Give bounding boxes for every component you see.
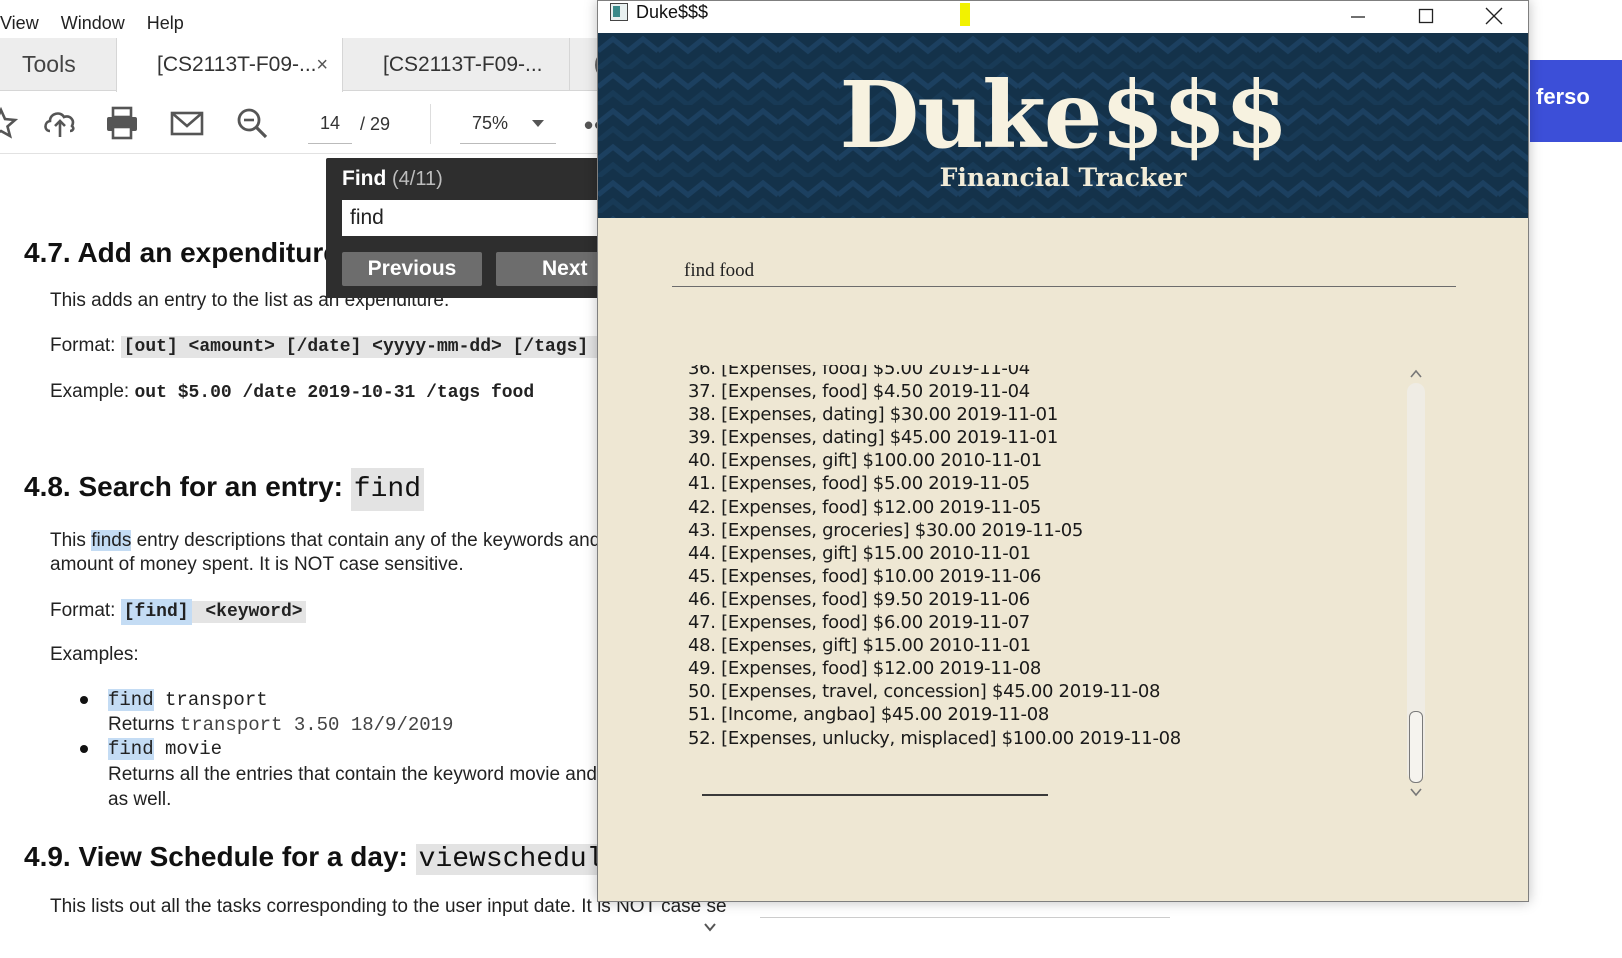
paragraph-4-7-format: Format: [out] <amount> [/date] <yyyy-mm-… [50,335,613,358]
viewschedule-code: viewschedule [415,844,624,875]
tab-document-2[interactable]: [CS2113T-F09-... [343,38,570,91]
output-line: 49. [Expenses, food] $12.00 2019-11-08 [688,658,1042,680]
example-2-returns: Returns all the entries that contain the… [108,764,619,785]
app-banner: Duke$$$ Financial Tracker [598,33,1528,218]
tab-document-active[interactable]: [CS2113T-F09-... × [116,38,343,92]
example-2-command: find movie [108,738,223,760]
duke-app-window: Duke$$$ Duke$$$ Financial Tracker 36. [E… [597,0,1529,902]
close-tab-icon[interactable]: × [316,54,328,77]
output-line: 40. [Expenses, gift] $100.00 2010-11-01 [688,450,1042,472]
email-icon[interactable] [168,104,206,142]
output-line: 37. [Expenses, food] $4.50 2019-11-04 [688,381,1030,403]
search-highlight: find [108,689,154,711]
output-panel: 36. [Expenses, food] $5.00 2019-11-04 37.… [688,365,1388,805]
search-highlight: finds [91,530,132,551]
paragraph-4-7-example: Example: out $5.00 /date 2019-10-31 /tag… [50,381,535,403]
vertical-scrollbar[interactable] [1403,365,1429,801]
example-2-returns-line2: as well. [108,789,172,810]
cursor-marker [960,3,970,26]
output-line: 36. [Expenses, food] $5.00 2019-11-04 [688,365,1030,379]
example-1-returns: Returns transport 3.50 18/9/2019 [108,714,454,736]
app-icon [610,3,628,21]
background-app-banner: ferso [1530,60,1622,142]
menu-bar: View Window Help [0,8,620,38]
upload-cloud-icon[interactable] [41,104,79,142]
minimize-button[interactable] [1324,1,1392,31]
output-line: 42. [Expenses, food] $12.00 2019-11-05 [688,496,1042,518]
find-next-button[interactable]: Next [496,252,606,286]
paragraph-4-8-desc: This finds entry descriptions that conta… [50,530,623,551]
zoom-value: 75% [472,113,509,133]
zoom-search-icon[interactable] [233,104,271,142]
tab-tools[interactable]: Tools [0,38,116,91]
print-icon[interactable] [103,104,141,142]
output-divider [702,794,1048,796]
find-panel: Find (4/11) Previous Next [326,158,612,298]
output-line: 41. [Expenses, food] $5.00 2019-11-05 [688,473,1030,495]
examples-label: Examples: [50,644,139,665]
output-line: 44. [Expenses, gift] $15.00 2010-11-01 [688,542,1031,564]
output-line: 48. [Expenses, gift] $15.00 2010-11-01 [688,635,1031,657]
menu-view[interactable]: View [0,13,39,34]
bullet [80,745,88,753]
reader-tab-bar: Tools [CS2113T-F09-... × [CS2113T-F09-..… [0,38,620,92]
output-line: 50. [Expenses, travel, concession] $45.0… [688,681,1161,703]
tab-document-label: [CS2113T-F09-... [157,53,317,76]
paragraph-4-8-desc-line2: amount of money spent. It is NOT case se… [50,554,464,575]
chevron-down-icon[interactable] [1409,785,1423,799]
star-icon[interactable] [0,104,20,142]
chevron-down-icon [532,120,544,127]
zoom-dropdown[interactable]: 75% [460,104,556,144]
app-brand-title: Duke$$$ [839,61,1289,169]
output-line: 45. [Expenses, food] $10.00 2019-11-06 [688,565,1042,587]
maximize-button[interactable] [1392,1,1460,31]
close-icon [1485,7,1503,25]
toolbar-separator [430,104,431,144]
heading-4-7: 4.7. Add an expenditure e [24,237,363,268]
find-input[interactable] [342,200,612,236]
page-number-input[interactable]: 14 [308,104,352,144]
chevron-up-icon[interactable] [1409,367,1423,381]
example-code: out $5.00 /date 2019-10-31 /tags food [134,383,535,403]
find-match-count: (4/11) [392,168,443,190]
output-line: 52. [Expenses, unlucky, misplaced] $100.… [688,727,1181,749]
output-line: 38. [Expenses, dating] $30.00 2019-11-01 [688,404,1058,426]
minimize-icon [1351,16,1365,18]
output-line: 43. [Expenses, groceries] $30.00 2019-11… [688,519,1084,541]
close-button[interactable] [1460,1,1528,31]
window-title: Duke$$$ [636,2,709,22]
output-line: 51. [Income, angbao] $45.00 2019-11-08 [688,704,1050,726]
search-highlight: [find] [120,599,192,625]
format-code: [out] <amount> [/date] <yyyy-mm-dd> [/ta… [120,336,613,358]
example-1-command: find transport [108,689,268,711]
heading-4-8: 4.8. Search for an entry: find [24,468,425,511]
menu-window[interactable]: Window [61,13,125,34]
bullet [80,696,88,704]
maximize-icon [1418,8,1434,24]
horizontal-divider [760,908,1170,918]
command-input[interactable] [672,249,1456,287]
window-title-bar[interactable]: Duke$$$ [598,1,1528,33]
chevron-down-icon[interactable] [700,910,720,958]
find-title: Find [342,167,387,190]
paragraph-4-8-format: Format: [find] <keyword> [50,599,306,625]
heading-4-9: 4.9. View Schedule for a day: viewschedu… [24,841,624,875]
page-total: / 29 [360,114,391,134]
menu-help[interactable]: Help [147,13,184,34]
app-subtitle: Financial Tracker [939,163,1187,192]
output-line: 47. [Expenses, food] $6.00 2019-11-07 [688,612,1030,634]
search-highlight: find [108,738,154,760]
output-list: 36. [Expenses, food] $5.00 2019-11-04 37.… [688,365,1388,750]
scrollbar-thumb[interactable] [1409,711,1423,783]
find-previous-button[interactable]: Previous [342,252,482,286]
find-keyword-highlight: find [350,468,425,511]
output-line: 46. [Expenses, food] $9.50 2019-11-06 [688,588,1030,610]
output-line: 39. [Expenses, dating] $45.00 2019-11-01 [688,427,1058,449]
